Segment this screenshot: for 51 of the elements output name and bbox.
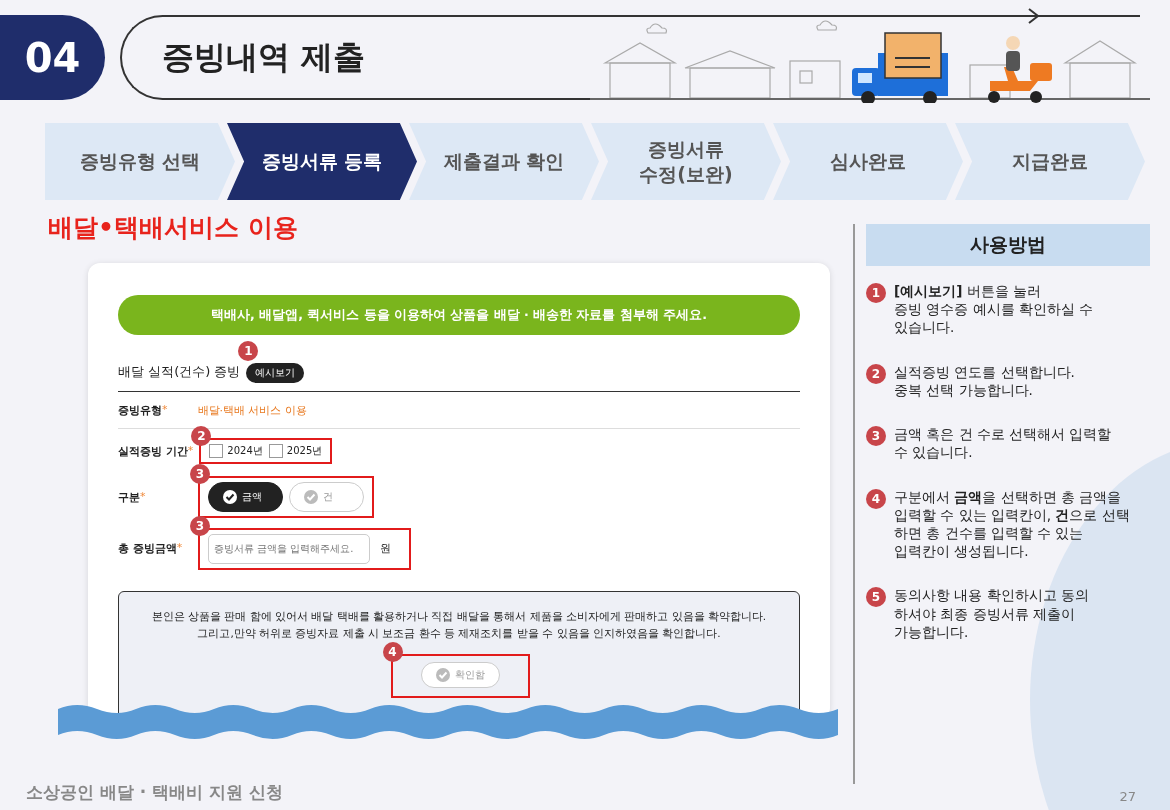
step-marker: 3 xyxy=(190,515,210,536)
check-icon xyxy=(435,668,450,682)
page-title: 증빙내역 제출 xyxy=(162,36,366,78)
step-marker: 4 xyxy=(382,642,403,662)
unit-label: 원 xyxy=(380,541,391,556)
process-step: 증빙유형 선택 xyxy=(45,123,235,200)
consent-text: 그리고,만약 허위로 증빙자료 제출 시 보조금 환수 등 제재조치를 받을 수 있음을 인지하였음을 확인합니다. xyxy=(197,626,721,641)
step-marker: 1 xyxy=(238,341,259,361)
form-heading: 배달 실적(건수) 증빙 xyxy=(118,363,241,381)
guide-text: 실적증빙 연도를 선택합니다. 중복 선택 가능합니다. xyxy=(894,362,1075,400)
required-mark: * xyxy=(187,443,194,459)
amount-input[interactable]: 증빙서류 금액을 입력해주세요. xyxy=(208,533,370,564)
guide-text: [예시보기] 버튼을 눌러 증빙 영수증 예시를 확인하실 수 있습니다. xyxy=(894,282,1094,337)
check-icon xyxy=(304,490,318,504)
field-label: 실적증빙 기간 xyxy=(118,443,188,459)
guide-text: 동의사항 내용 확인하시고 동의 하셔야 최종 증빙서류 제출이 가능합니다. xyxy=(894,586,1089,642)
step-marker: 3 xyxy=(190,464,210,484)
step-number: 5 xyxy=(866,587,886,608)
field-label: 증빙유형 xyxy=(118,402,162,418)
check-icon xyxy=(223,490,237,504)
process-step: 제출결과 확인 xyxy=(409,123,599,200)
process-step: 지급완료 xyxy=(955,123,1145,200)
page-number: 27 xyxy=(1119,789,1136,804)
checkbox-label: 2024년 xyxy=(227,444,263,458)
guide-text: 금액 혹은 건 수로 선택해서 입력할 수 있습니다. xyxy=(894,425,1112,462)
required-mark: * xyxy=(162,402,168,418)
field-label: 총 증빙금액 xyxy=(118,541,177,556)
step-marker: 2 xyxy=(191,426,212,446)
footer-title: 소상공인 배달 · 택배비 지원 신청 xyxy=(26,781,284,804)
required-mark: * xyxy=(176,541,183,556)
step-number: 2 xyxy=(866,363,886,384)
field-value: 배달·택배 서비스 이용 xyxy=(197,402,307,418)
checkbox-label: 2025년 xyxy=(286,444,323,458)
checkbox[interactable] xyxy=(268,444,283,458)
step-number: 1 xyxy=(866,283,886,303)
step-number: 3 xyxy=(866,426,886,447)
process-step: 심사완료 xyxy=(773,123,963,200)
section-number: 04 xyxy=(0,15,105,100)
consent-text: 본인은 상품을 판매 함에 있어서 배달 택배를 활용하거나 직접 배달을 통해서 제품을 소비자에게 판매하고 있음을 확약합니다. xyxy=(151,609,767,624)
step-number: 4 xyxy=(866,488,886,509)
guide-title: 사용방법 xyxy=(866,224,1150,266)
section-subtitle: 배달•택배서비스 이용 xyxy=(48,212,299,244)
option-button[interactable]: 금액 xyxy=(208,482,283,512)
process-step: 증빙서류 수정(보완) xyxy=(591,123,781,200)
checkbox[interactable] xyxy=(209,444,224,458)
guide-text: 구분에서 금액을 선택하면 총 금액을 입력할 수 있는 입력칸이, 건으로 선택 하면 총 건수를 입력할 수 있는 입력칸이 생성됩니다. xyxy=(894,487,1130,561)
notice-banner: 택배사, 배달앱, 퀵서비스 등을 이용하여 상품을 배달 · 배송한 자료를 첨부해 주세요. xyxy=(118,295,800,335)
example-button[interactable]: 예시보기 xyxy=(246,363,305,383)
process-step: 증빙서류 등록 xyxy=(227,123,417,200)
required-mark: * xyxy=(140,489,146,505)
field-label: 구분 xyxy=(118,489,140,505)
